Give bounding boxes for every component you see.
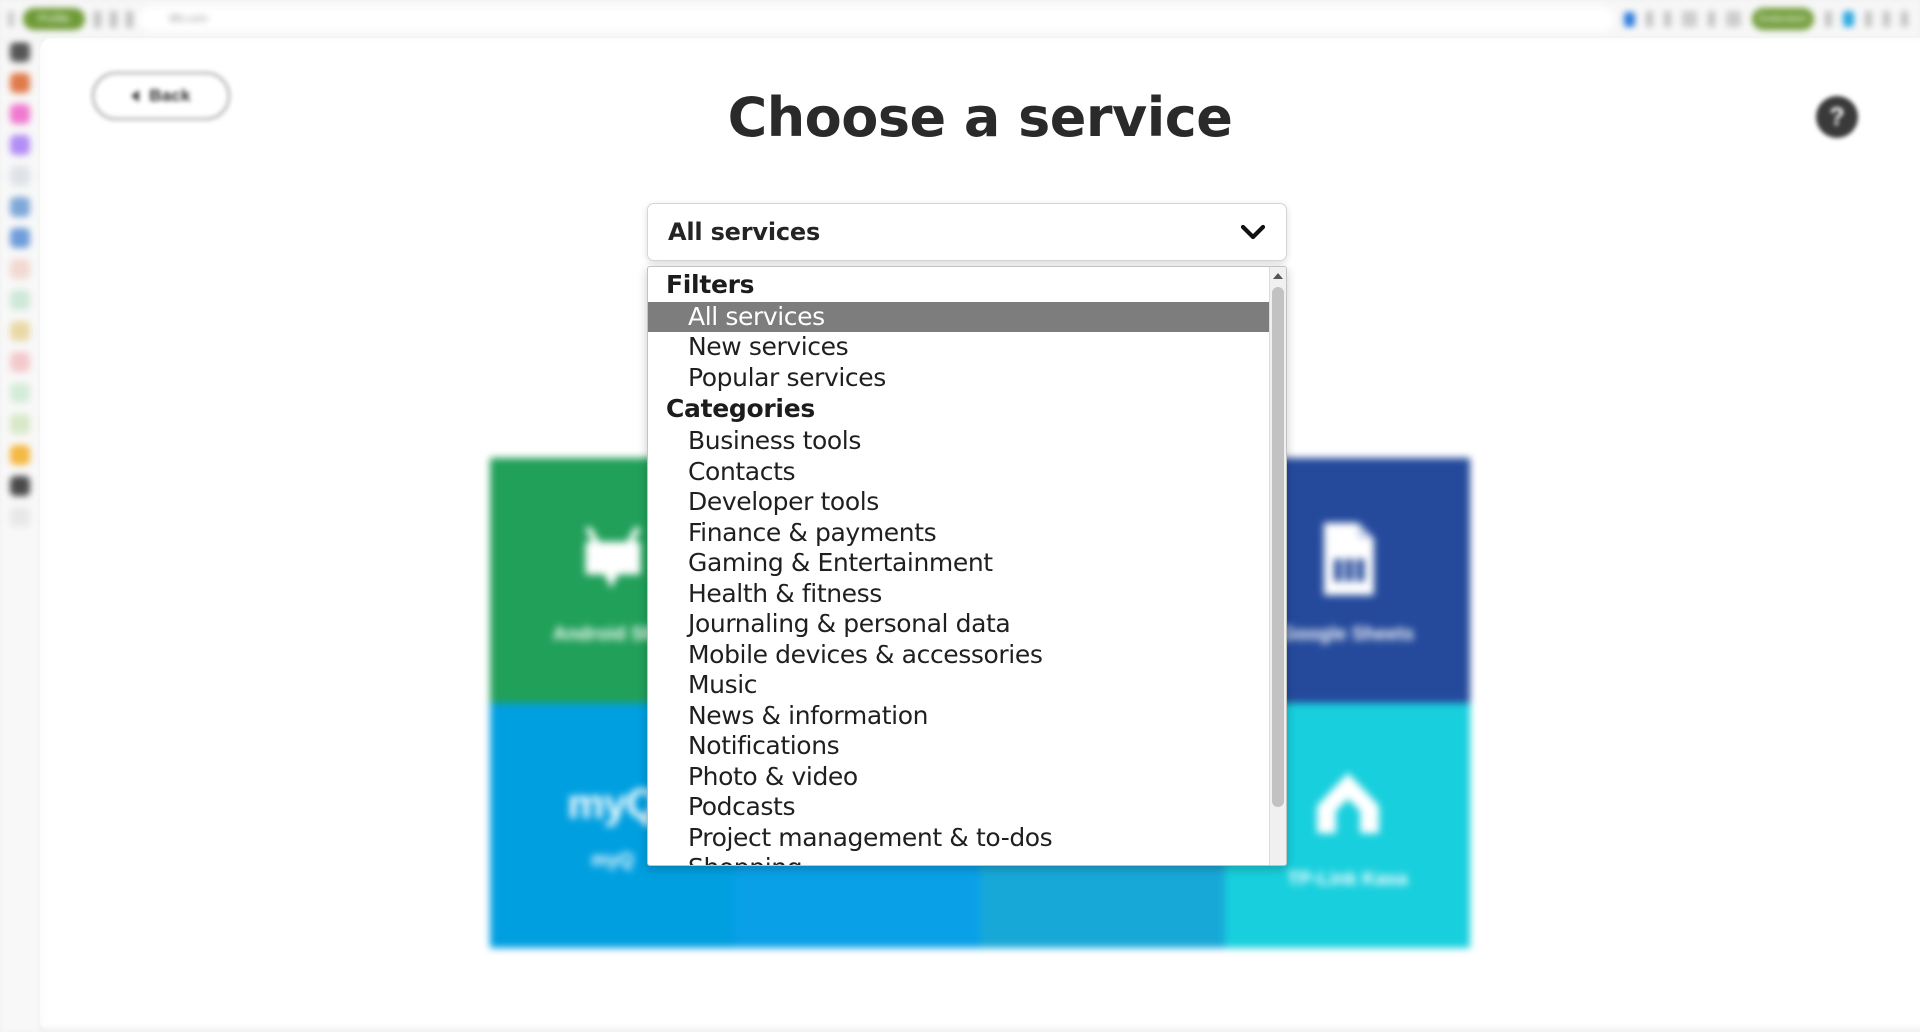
- page-surface: Back Choose a service ? Android SMS Goog…: [40, 38, 1920, 1032]
- browser-sidebar: [0, 38, 40, 1032]
- myq-wordmark: myQ: [567, 779, 658, 827]
- minimize-icon[interactable]: [1865, 11, 1872, 27]
- option-group-filters-label: Filters: [666, 270, 755, 299]
- option-popular-services[interactable]: Popular services: [648, 363, 1269, 394]
- edit-icon[interactable]: [1646, 11, 1653, 27]
- sidebar-item-2[interactable]: [10, 73, 30, 93]
- profile-avatar-icon[interactable]: [1825, 11, 1832, 27]
- sidebar-item-16[interactable]: [10, 507, 30, 527]
- option-journaling-personal-data[interactable]: Journaling & personal data: [648, 609, 1269, 640]
- option-finance-payments[interactable]: Finance & payments: [648, 518, 1269, 549]
- help-icon[interactable]: ?: [1816, 96, 1858, 138]
- chevron-down-icon: [1240, 219, 1266, 245]
- option-contacts[interactable]: Contacts: [648, 457, 1269, 488]
- star-icon[interactable]: [1664, 11, 1671, 27]
- browser-chrome-left: Profile: [0, 8, 133, 30]
- sidebar-item-1[interactable]: [10, 42, 30, 62]
- extension-pill[interactable]: Extension: [1752, 8, 1814, 30]
- sidebar-item-6[interactable]: [10, 197, 30, 217]
- sidebar-item-13[interactable]: [10, 414, 30, 434]
- forward-nav-icon[interactable]: [110, 10, 117, 28]
- sidebar-item-12[interactable]: [10, 383, 30, 403]
- sidebar-item-14[interactable]: [10, 445, 30, 465]
- filter-select-button[interactable]: All services: [647, 203, 1287, 261]
- service-tile-label: TP-Link Kasa: [1287, 868, 1408, 890]
- kasa-house-icon: [1305, 761, 1391, 847]
- option-all-services[interactable]: All services: [648, 301, 1269, 333]
- sidebar-item-5[interactable]: [10, 166, 30, 186]
- option-developer-tools[interactable]: Developer tools: [648, 487, 1269, 518]
- sidebar-item-8[interactable]: [10, 259, 30, 279]
- page-title: Choose a service: [727, 86, 1233, 149]
- filter-select-value: All services: [668, 218, 821, 246]
- option-notifications[interactable]: Notifications: [648, 731, 1269, 762]
- apps-icon[interactable]: [1726, 11, 1741, 27]
- service-tile-label: Google Sheets: [1280, 623, 1415, 645]
- option-music[interactable]: Music: [648, 670, 1269, 701]
- service-filter-dropdown: All services Filters All services New se…: [647, 203, 1287, 866]
- filter-option-list-inner: Filters All services New services Popula…: [648, 267, 1269, 865]
- option-shopping[interactable]: Shopping: [648, 853, 1269, 865]
- reload-icon[interactable]: [126, 10, 133, 28]
- filter-option-list[interactable]: Filters All services New services Popula…: [647, 266, 1287, 866]
- sidebar-item-7[interactable]: [10, 228, 30, 248]
- sidebar-item-15[interactable]: [10, 476, 30, 496]
- scrollbar-thumb[interactable]: [1272, 287, 1284, 807]
- listbox-scrollbar[interactable]: [1269, 267, 1286, 865]
- option-podcasts[interactable]: Podcasts: [648, 792, 1269, 823]
- account-icon[interactable]: [1843, 11, 1854, 27]
- option-new-services[interactable]: New services: [648, 332, 1269, 363]
- spreadsheet-doc-icon: [1305, 516, 1391, 602]
- android-sms-icon: [570, 516, 656, 602]
- close-icon[interactable]: [1901, 11, 1908, 27]
- service-tile-label: myQ: [591, 849, 634, 871]
- option-photo-video[interactable]: Photo & video: [648, 762, 1269, 793]
- maximize-icon[interactable]: [1883, 11, 1890, 27]
- browser-chrome-right: Extension: [1624, 8, 1920, 30]
- option-gaming-entertainment[interactable]: Gaming & Entertainment: [648, 548, 1269, 579]
- page-header: Back Choose a service ?: [40, 38, 1920, 178]
- sidebar-item-3[interactable]: [10, 104, 30, 124]
- sidebar-toggle-icon[interactable]: [8, 11, 14, 27]
- sidebar-item-4[interactable]: [10, 135, 30, 155]
- extension-blue-icon[interactable]: [1624, 11, 1635, 27]
- download-icon[interactable]: [1708, 11, 1715, 27]
- scroll-up-arrow-icon[interactable]: [1270, 268, 1286, 284]
- back-nav-icon[interactable]: [94, 10, 101, 28]
- option-project-management-to-dos[interactable]: Project management & to-dos: [648, 823, 1269, 854]
- browser-chrome: Profile ifttt.com Extension: [0, 0, 1920, 38]
- sidebar-item-11[interactable]: [10, 352, 30, 372]
- option-mobile-devices-accessories[interactable]: Mobile devices & accessories: [648, 640, 1269, 671]
- option-news-information[interactable]: News & information: [648, 701, 1269, 732]
- profile-pill[interactable]: Profile: [23, 8, 85, 30]
- sidebar-item-9[interactable]: [10, 290, 30, 310]
- puzzle-icon[interactable]: [1682, 11, 1697, 27]
- address-bar[interactable]: ifttt.com: [139, 7, 1614, 31]
- sidebar-item-10[interactable]: [10, 321, 30, 341]
- option-business-tools[interactable]: Business tools: [648, 426, 1269, 457]
- option-health-fitness[interactable]: Health & fitness: [648, 579, 1269, 610]
- option-group-categories-label: Categories: [666, 394, 815, 424]
